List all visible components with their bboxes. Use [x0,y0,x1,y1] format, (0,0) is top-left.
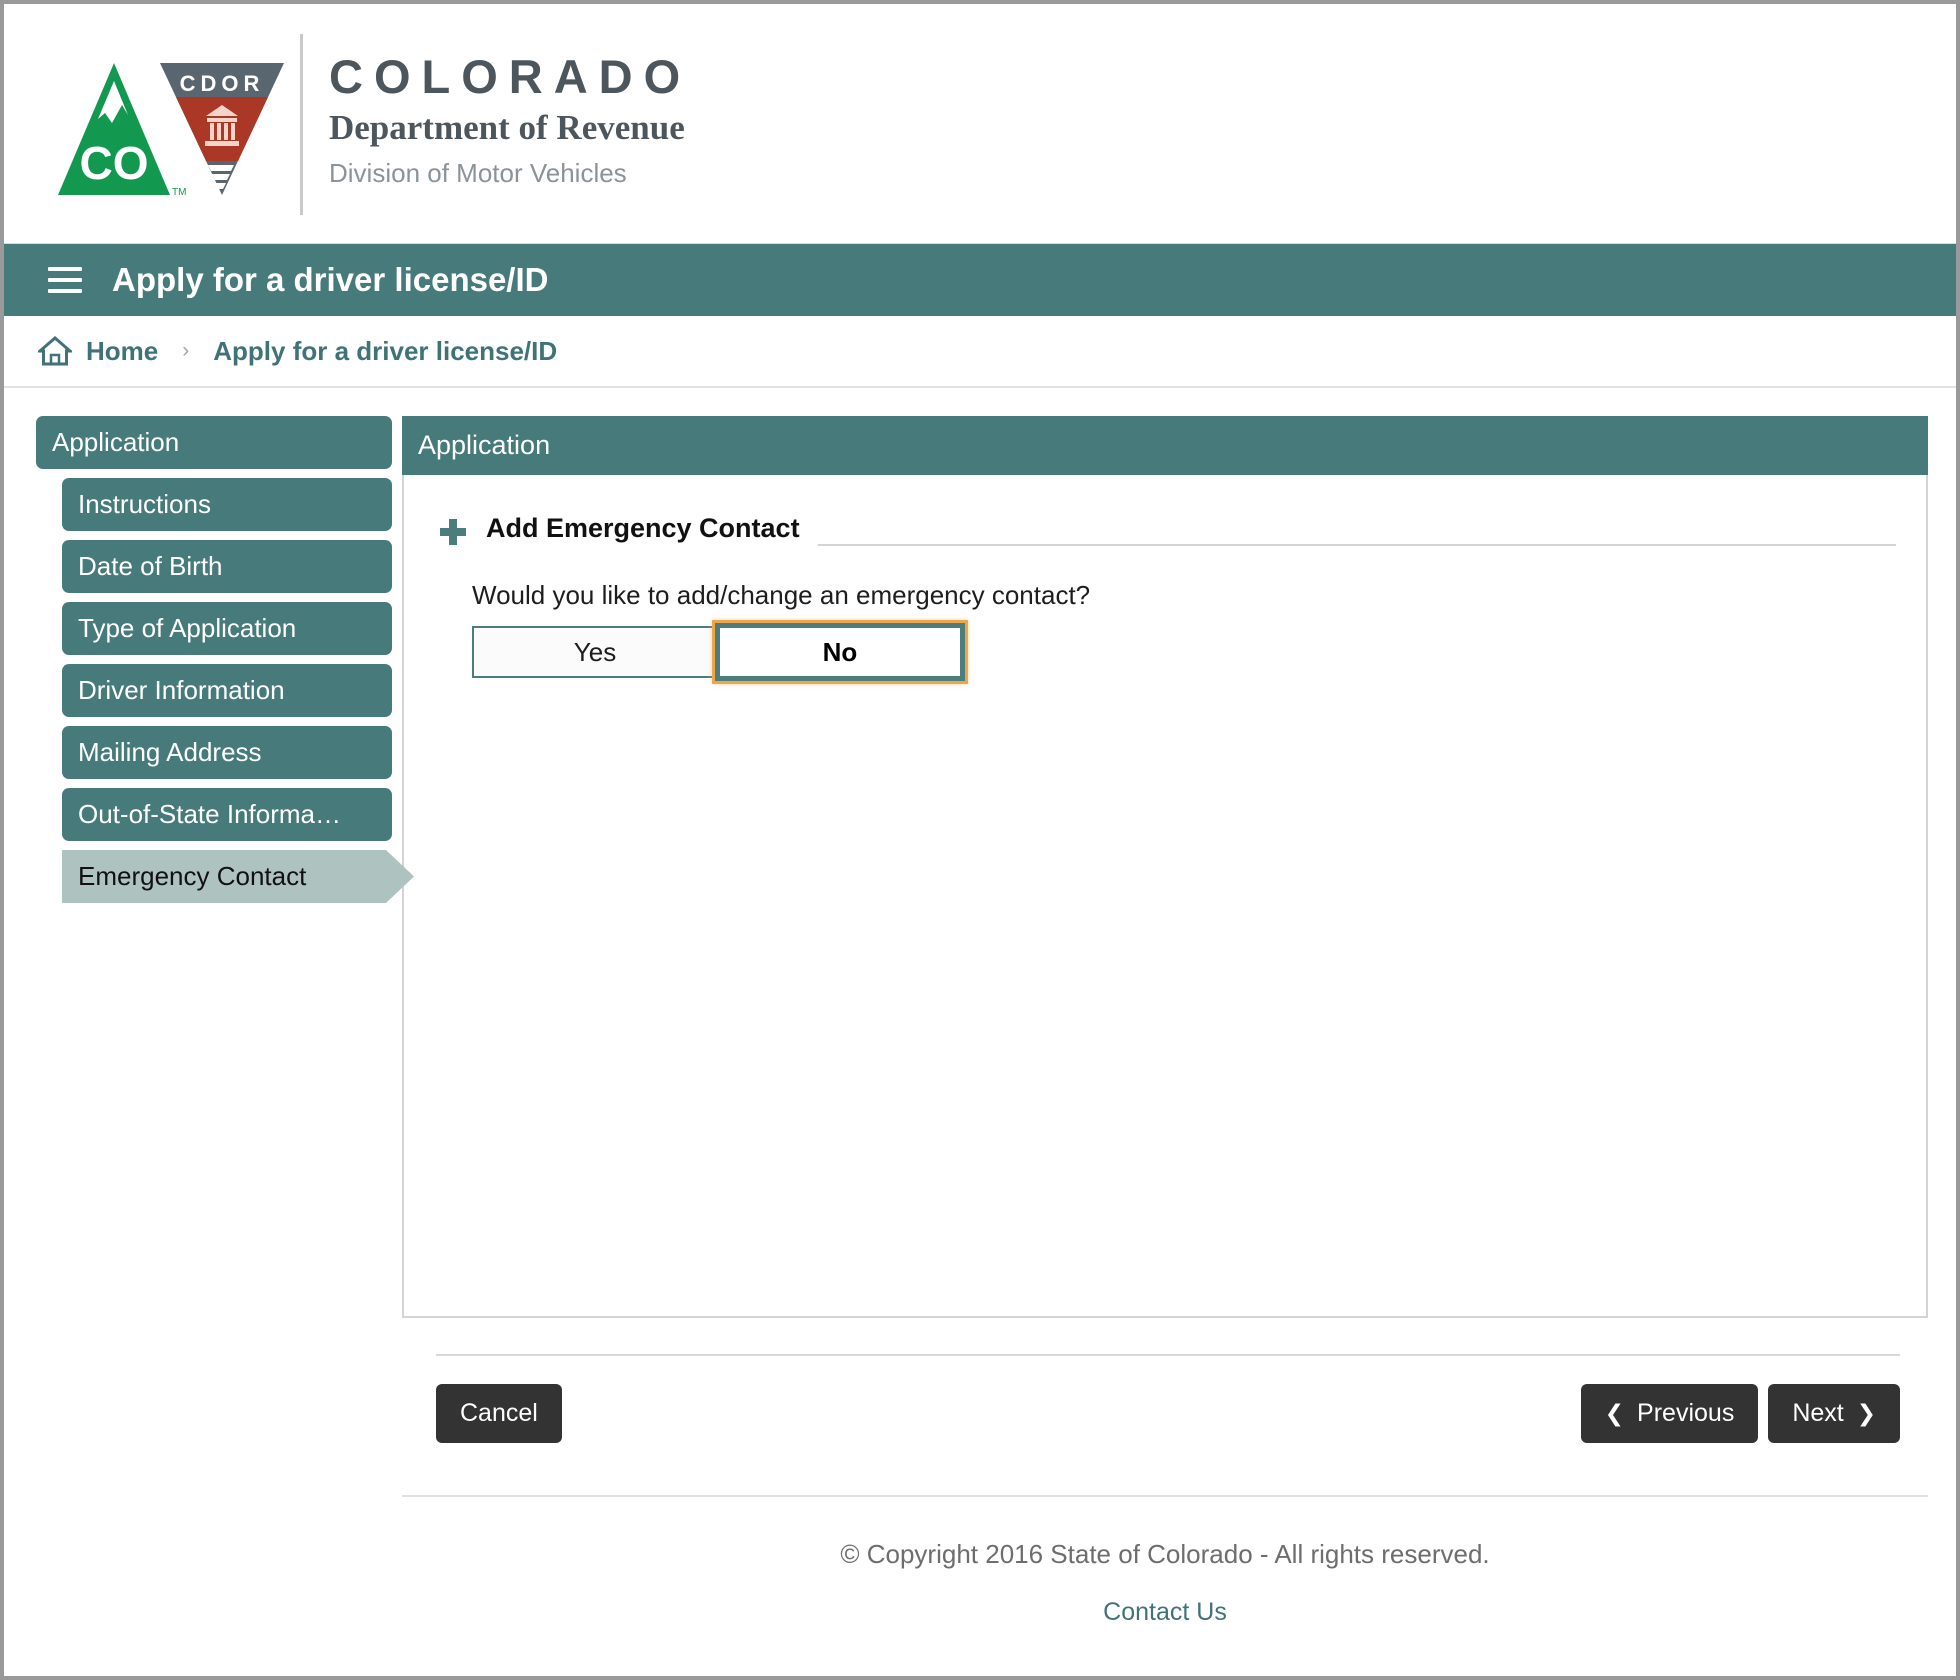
panel-header: Application [402,416,1928,475]
breadcrumb-current[interactable]: Apply for a driver license/ID [213,336,557,367]
footer: © Copyright 2016 State of Colorado - All… [402,1495,1928,1627]
cancel-button[interactable]: Cancel [436,1384,562,1443]
sidebar-item-instructions[interactable]: Instructions [62,478,392,531]
contact-us-link[interactable]: Contact Us [1103,1598,1227,1627]
brand-header: CO CDOR TM COLORADO Department of Revenu… [4,4,1956,244]
copyright-text: © Copyright 2016 State of Colorado - All… [840,1539,1490,1569]
section-divider [817,544,1896,546]
yes-no-choice-group: Yes No [472,620,1896,684]
breadcrumb-separator: › [182,339,190,362]
section-title: Add Emergency Contact [486,513,800,543]
chevron-left-icon: ❮ [1604,1400,1625,1426]
action-bar: Cancel ❮ Previous Next ❯ [436,1354,1900,1443]
body-area: Application Instructions Date of Birth T… [4,388,1956,1627]
breadcrumb-home-link[interactable]: Home [86,336,158,367]
sidebar-item-date-of-birth[interactable]: Date of Birth [62,540,392,593]
plus-icon[interactable] [438,517,468,547]
chevron-right-icon: ❯ [1856,1400,1876,1426]
sidebar-item-driver-information[interactable]: Driver Information [62,664,392,717]
no-button[interactable]: No [712,620,968,684]
emergency-contact-question: Would you like to add/change an emergenc… [472,580,1091,610]
previous-button[interactable]: ❮ Previous [1580,1384,1759,1443]
panel-body: Add Emergency Contact Would you like to … [402,475,1928,1318]
sidebar-item-out-of-state-information[interactable]: Out-of-State Informa… [62,788,392,841]
brand-state-name: COLORADO [329,50,692,104]
wizard-nav-buttons: ❮ Previous Next ❯ [1580,1384,1900,1443]
yes-button[interactable]: Yes [472,626,718,678]
section-header: Add Emergency Contact [438,513,1896,550]
home-icon[interactable] [38,336,72,366]
colorado-co-mountain-logo: CO CDOR TM [58,62,284,198]
sidebar-item-emergency-contact[interactable]: Emergency Contact [62,850,414,903]
cdor-wordmark: CDOR [180,71,265,96]
page-title: Apply for a driver license/ID [112,261,549,298]
next-button-label: Next [1792,1399,1844,1427]
previous-button-label: Previous [1637,1399,1735,1427]
next-button[interactable]: Next ❯ [1768,1384,1900,1443]
svg-text:TM: TM [172,187,186,198]
main-column: Application Add Emergency Contact Would … [392,416,1956,1627]
sidebar-group-application[interactable]: Application [36,416,392,469]
sidebar: Application Instructions Date of Birth T… [4,416,392,912]
page-root: CO CDOR TM COLORADO Department of Revenu… [0,0,1960,1680]
colorado-cdor-logo: CO CDOR TM [52,49,292,199]
sidebar-item-mailing-address[interactable]: Mailing Address [62,726,392,779]
brand-division: Division of Motor Vehicles [329,158,627,189]
sidebar-item-type-of-application[interactable]: Type of Application [62,602,392,655]
hamburger-menu-icon[interactable] [48,267,82,293]
brand-text: COLORADO Department of Revenue Division … [303,51,691,195]
breadcrumb: Home › Apply for a driver license/ID [4,316,1956,388]
app-bar: Apply for a driver license/ID [4,244,1956,316]
svg-text:CO: CO [80,137,149,189]
brand-department: Department of Revenue [329,108,685,148]
